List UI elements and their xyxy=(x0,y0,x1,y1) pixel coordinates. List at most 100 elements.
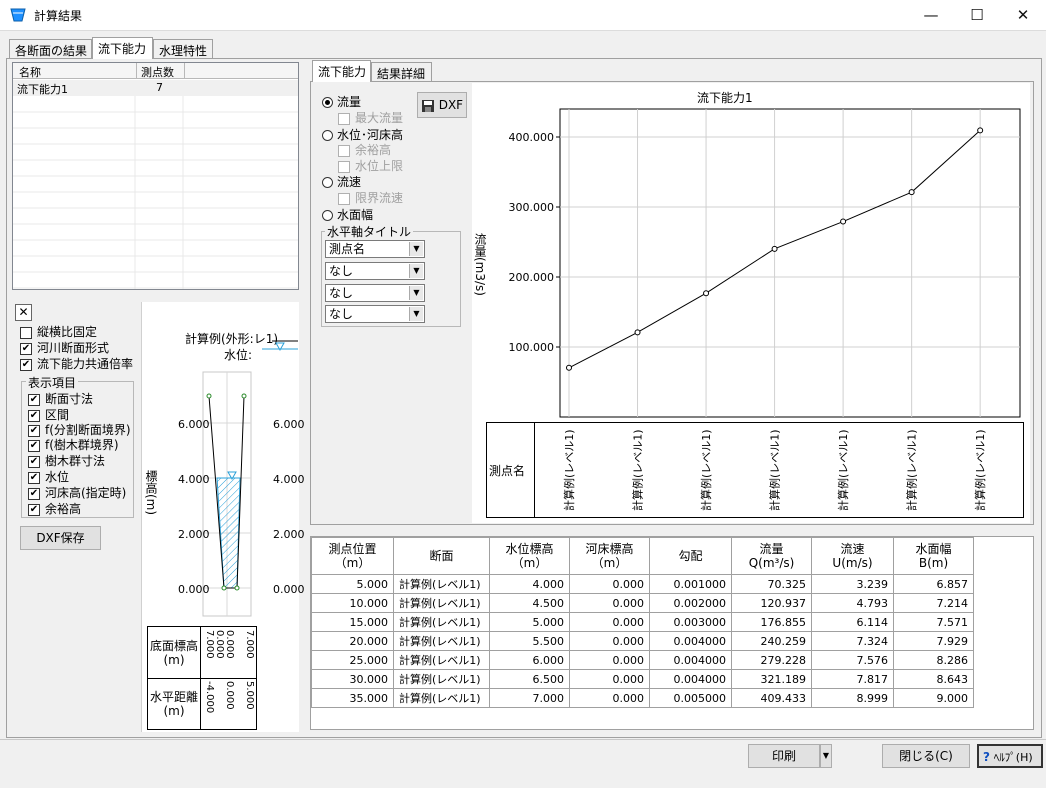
result-table[interactable]: 測点位置 （m） 断面 水位標高 （m） 河床標高 （m） 勾配 流量 Q(m³/s) 流速… xyxy=(311,537,974,708)
table-cell: 10.000 xyxy=(311,593,394,613)
close-options-button[interactable]: ✕ xyxy=(15,304,32,321)
chart-ylabel: 流量(m3/s) xyxy=(473,233,487,296)
minimize-button[interactable]: — xyxy=(908,0,954,31)
dxf-button[interactable]: DXF xyxy=(417,92,467,118)
display-item-freeboard[interactable]: ✔ 余裕高 xyxy=(28,500,81,517)
table-cell: 15.000 xyxy=(311,612,394,632)
table-cell: 計算例(レベル1) xyxy=(393,669,490,689)
table-cell: 8.999 xyxy=(811,688,894,708)
wl-limit-checkbox[interactable]: 水位上限 xyxy=(338,157,403,174)
data-point xyxy=(977,127,984,134)
table-cell: 0.000 xyxy=(569,631,650,651)
display-item-tree-dimension[interactable]: ✔ 樹木群寸法 xyxy=(28,452,105,469)
y-tick-label: 300.000 xyxy=(509,201,555,214)
table-cell: 0.000 xyxy=(569,593,650,613)
table-row[interactable]: 30.000 計算例(レベル1) 6.500 0.000 0.004000 321.189… xyxy=(311,669,974,689)
table-cell: 0.004000 xyxy=(649,669,732,689)
table-cell: 240.259 xyxy=(731,631,812,651)
table-row[interactable]: 10.000 計算例(レベル1) 4.500 0.000 0.002000 120.937… xyxy=(311,593,974,613)
table-cell: 7.324 xyxy=(811,631,894,651)
data-point xyxy=(634,329,641,336)
print-button[interactable]: 印刷 xyxy=(748,744,820,768)
display-item-dimension[interactable]: ✔ 断面寸法 xyxy=(28,390,93,407)
common-scale-checkbox[interactable]: ✔ 流下能力共通倍率 xyxy=(20,355,133,372)
maximize-button[interactable]: ☐ xyxy=(954,0,1000,31)
print-dropdown-button[interactable]: ▼ xyxy=(820,744,832,768)
table-cell: 0.000 xyxy=(569,650,650,670)
table-cell: 6.114 xyxy=(811,612,894,632)
data-point xyxy=(908,189,915,196)
y-tick-label: 200.000 xyxy=(509,271,555,284)
table-cell: 6.857 xyxy=(893,574,974,594)
help-button[interactable]: ? ﾍﾙﾌﾟ(H) xyxy=(977,744,1043,768)
table-cell: 7.571 xyxy=(893,612,974,632)
close-dialog-button[interactable]: 閉じる(C) xyxy=(882,744,970,768)
dxf-save-button[interactable]: DXF保存 xyxy=(20,526,101,550)
app-icon xyxy=(10,8,26,22)
tab-section-results[interactable]: 各断面の結果 xyxy=(9,39,92,59)
table-cell: 4.793 xyxy=(811,593,894,613)
bed-height-label: 底面標高 (m) xyxy=(149,639,198,667)
tab-flow-capacity[interactable]: 流下能力 xyxy=(92,37,153,59)
y-tick-label: 100.000 xyxy=(509,341,555,354)
table-row[interactable]: 15.000 計算例(レベル1) 5.000 0.000 0.003000 176.855… xyxy=(311,612,974,632)
table-row[interactable]: 5.000 計算例(レベル1) 4.000 0.000 0.001000 70.325 3.… xyxy=(311,574,974,594)
river-section-checkbox[interactable]: ✔ 河川断面形式 xyxy=(20,339,109,356)
axis-title-label: 水平軸タイトル xyxy=(325,223,414,240)
table-cell: 0.004000 xyxy=(649,650,732,670)
table-cell: 321.189 xyxy=(731,669,812,689)
col-name: 名称 xyxy=(19,66,41,79)
col-count: 測点数 xyxy=(141,66,174,79)
display-item-tree-boundary[interactable]: ✔ f(樹木群境界) xyxy=(28,436,119,453)
table-cell: 8.643 xyxy=(893,669,974,689)
table-cell: 0.000 xyxy=(569,688,650,708)
table-header: 断面 xyxy=(393,537,490,575)
axis-select-2[interactable]: なし ▼ xyxy=(325,262,425,280)
axis-select-3[interactable]: なし ▼ xyxy=(325,284,425,302)
section-view: 計算例(外形:レ1) 水位: 標高(m) 6.000 4.000 2.000 0… xyxy=(141,302,305,732)
title-bar: 計算結果 — ☐ ✕ xyxy=(0,0,1046,31)
capacity-list[interactable]: 名称 測点数 流下能力1 7 xyxy=(12,62,299,290)
table-cell: 20.000 xyxy=(311,631,394,651)
table-cell: 4.000 xyxy=(489,574,570,594)
close-button[interactable]: ✕ xyxy=(1000,0,1046,31)
table-cell: 25.000 xyxy=(311,650,394,670)
display-item-water-level[interactable]: ✔ 水位 xyxy=(28,468,69,485)
list-header: 名称 測点数 xyxy=(13,63,298,79)
subtab-flow-capacity[interactable]: 流下能力 xyxy=(312,60,371,82)
limit-velocity-checkbox[interactable]: 限界流速 xyxy=(338,189,403,206)
table-cell: 7.817 xyxy=(811,669,894,689)
subtab-result-detail[interactable]: 結果詳細 xyxy=(371,62,432,82)
radio-flow[interactable]: 流量 xyxy=(322,93,361,110)
table-header: 測点位置 （m） xyxy=(311,537,394,575)
table-row[interactable]: 35.000 計算例(レベル1) 7.000 0.000 0.005000 409.433… xyxy=(311,688,974,708)
table-cell: 0.004000 xyxy=(649,631,732,651)
display-group-title: 表示項目 xyxy=(26,374,79,391)
freeboard-checkbox[interactable]: 余裕高 xyxy=(338,141,391,158)
radio-width[interactable]: 水面幅 xyxy=(322,206,373,223)
radio-velocity[interactable]: 流速 xyxy=(322,173,361,190)
data-point xyxy=(703,290,710,297)
data-point xyxy=(566,364,572,371)
plot-frame xyxy=(559,108,1021,418)
table-cell: 計算例(レベル1) xyxy=(393,688,490,708)
table-cell: 70.325 xyxy=(731,574,812,594)
table-row[interactable]: 25.000 計算例(レベル1) 6.000 0.000 0.004000 279.228… xyxy=(311,650,974,670)
axis-select-1[interactable]: 測点名 ▼ xyxy=(325,240,425,258)
table-cell: 0.001000 xyxy=(649,574,732,594)
display-item-bed-height[interactable]: ✔ 河床高(指定時) xyxy=(28,484,126,501)
axis-select-4[interactable]: なし ▼ xyxy=(325,305,425,323)
table-header: 水面幅 B(m) xyxy=(893,537,974,575)
table-cell: 計算例(レベル1) xyxy=(393,612,490,632)
aspect-checkbox[interactable]: 縦横比固定 xyxy=(20,323,97,340)
table-cell: 7.576 xyxy=(811,650,894,670)
table-row[interactable]: 20.000 計算例(レベル1) 5.500 0.000 0.004000 240.259… xyxy=(311,631,974,651)
table-cell: 5.000 xyxy=(311,574,394,594)
table-cell: 計算例(レベル1) xyxy=(393,574,490,594)
tab-hydraulic[interactable]: 水理特性 xyxy=(153,39,213,59)
table-header: 河床標高 （m） xyxy=(569,537,650,575)
chart-xlabel: 測点名 xyxy=(489,464,526,478)
max-flow-checkbox[interactable]: 最大流量 xyxy=(338,109,403,126)
list-row[interactable]: 流下能力1 7 xyxy=(13,80,298,96)
chart-area: 100.000 200.000 300.000 400.000 計算例(レベル1) 計算例… xyxy=(472,83,1030,523)
